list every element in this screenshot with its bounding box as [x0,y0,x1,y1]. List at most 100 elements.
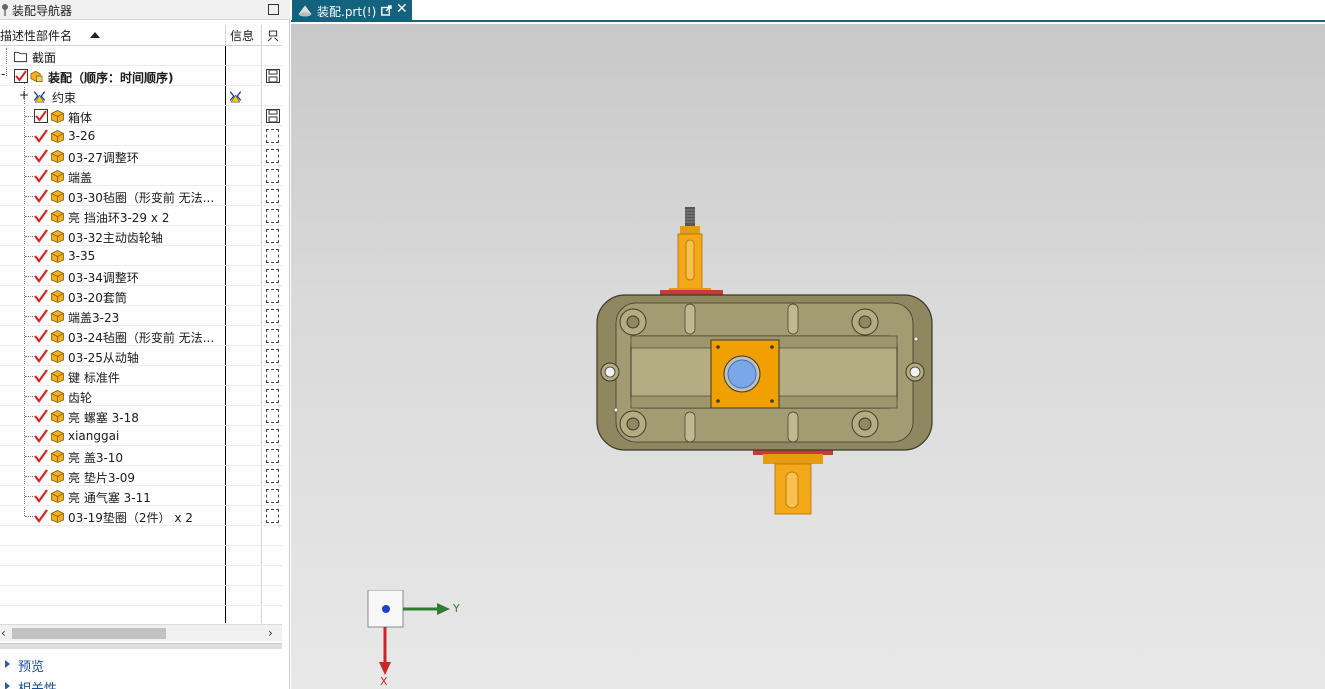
readonly-status-icon [266,189,279,203]
tree-row[interactable]: 端盖3-23 [0,306,282,326]
tree-row[interactable]: 03-30毡圈（形变前 无法... [0,186,282,206]
tree-row[interactable]: 3-26 [0,126,282,146]
visibility-check[interactable] [34,189,48,203]
visibility-check[interactable] [34,449,48,463]
scroll-right-icon[interactable]: › [268,626,273,640]
horizontal-scrollbar[interactable]: ‹ › [0,624,282,641]
tree-guide-line [25,376,33,377]
visibility-check[interactable] [34,489,48,503]
preview-section-label: 预览 [18,660,45,675]
tree-row[interactable]: 03-34调整环 [0,266,282,286]
preview-section[interactable]: 预览 [0,654,282,675]
tree-row[interactable]: 3-35 [0,246,282,266]
visibility-check[interactable] [34,509,48,523]
column-readonly-header[interactable]: 只 [267,27,279,44]
visibility-check[interactable] [34,269,48,283]
input-shaft[interactable] [660,207,723,296]
tree-row-label: 端盖 [68,171,93,185]
component-icon [51,470,64,483]
tab-label: 装配.prt(!) [317,5,377,19]
panel-splitter[interactable] [0,643,282,649]
scroll-left-icon[interactable]: ‹ [1,626,6,640]
tree-row[interactable]: 箱体 [0,106,282,126]
readonly-status-icon [266,329,279,343]
dependencies-section[interactable]: 相关性 [0,676,282,689]
empty-row [0,606,282,623]
expand-toggle-icon[interactable]: + [19,88,29,102]
tree-row[interactable]: 03-19垫圈（2件） x 2 [0,506,282,526]
readonly-status-icon [266,269,279,283]
tree-row[interactable]: 亮 螺塞 3-18 [0,406,282,426]
readonly-status-icon [266,169,279,183]
visibility-check[interactable] [34,309,48,323]
pin-icon[interactable] [1,3,9,17]
tree-row[interactable]: 键 标准件 [0,366,282,386]
visibility-check[interactable] [34,349,48,363]
tree-row[interactable]: + 约束 [0,86,282,106]
tree-row[interactable]: xianggai [0,426,282,446]
tree-row[interactable]: 亮 挡油环3-29 x 2 [0,206,282,226]
tree-row[interactable]: 03-24毡圈（形变前 无法... [0,326,282,346]
visibility-check[interactable] [34,129,48,143]
column-name-header[interactable]: 描述性部件名 [0,27,72,44]
tree-row[interactable]: 截面 [0,46,282,66]
visibility-check[interactable] [34,369,48,383]
inspection-cover[interactable] [710,339,780,409]
readonly-status-icon [266,309,279,323]
tree-row-label: 03-20套筒 [68,291,127,305]
readonly-status-icon [266,289,279,303]
tree-row[interactable]: 齿轮 [0,386,282,406]
tree-row[interactable]: 03-32主动齿轮轴 [0,226,282,246]
visibility-check[interactable] [34,169,48,183]
visibility-check[interactable] [34,429,48,443]
component-icon [51,270,64,283]
visibility-check[interactable] [34,409,48,423]
visibility-checkbox[interactable] [34,109,48,123]
close-tab-icon[interactable]: ✕ [396,1,408,17]
visibility-check[interactable] [34,289,48,303]
tab-assembly-prt[interactable]: 装配.prt(!) ✕ [292,0,412,22]
tree-row[interactable]: 03-20套筒 [0,286,282,306]
expand-triangle-icon[interactable] [5,660,10,668]
visibility-check[interactable] [34,149,48,163]
readonly-status-icon [266,389,279,403]
constraint-warning-icon [33,91,46,103]
column-info-header[interactable]: 信息 [230,27,254,44]
sort-ascending-icon[interactable] [90,32,100,38]
maximize-icon[interactable] [268,4,279,15]
tree-row[interactable]: 03-27调整环 [0,146,282,166]
visibility-check[interactable] [34,249,48,263]
tree-row[interactable]: 03-25从动轴 [0,346,282,366]
output-shaft[interactable] [753,448,833,515]
component-icon [51,190,64,203]
scrollbar-thumb[interactable] [12,628,166,639]
visibility-check[interactable] [34,389,48,403]
tree-row[interactable]: 亮 盖3-10 [0,446,282,466]
visibility-check[interactable] [34,329,48,343]
component-icon [51,230,64,243]
collapse-toggle-icon[interactable]: - [1,67,5,81]
readonly-status-icon [266,489,279,503]
visibility-check[interactable] [34,469,48,483]
expand-triangle-icon[interactable] [5,682,10,689]
tree-row[interactable]: 端盖 [0,166,282,186]
tree-row-label: 03-30毡圈（形变前 无法... [68,191,215,205]
tree-row[interactable]: 亮 垫片3-09 [0,466,282,486]
column-divider[interactable] [225,25,226,46]
part-file-icon [298,5,312,17]
tree-row[interactable]: 亮 通气塞 3-11 [0,486,282,506]
visibility-checkbox[interactable] [14,69,28,83]
readonly-status-icon [266,209,279,223]
component-icon [51,130,64,143]
tree-guide-line [25,516,33,517]
tree-guide-line [25,236,33,237]
visibility-check[interactable] [34,209,48,223]
tree-row-label: 3-26 [68,129,96,143]
tree-row[interactable]: - 装配（顺序：时间顺序) [0,66,282,86]
visibility-check[interactable] [34,229,48,243]
navigator-title: 装配导航器 [12,4,73,18]
component-icon [51,110,64,123]
tree-row-label: 箱体 [68,111,93,125]
pop-out-icon[interactable] [381,5,392,16]
graphics-viewport[interactable]: X Y [291,24,1325,689]
